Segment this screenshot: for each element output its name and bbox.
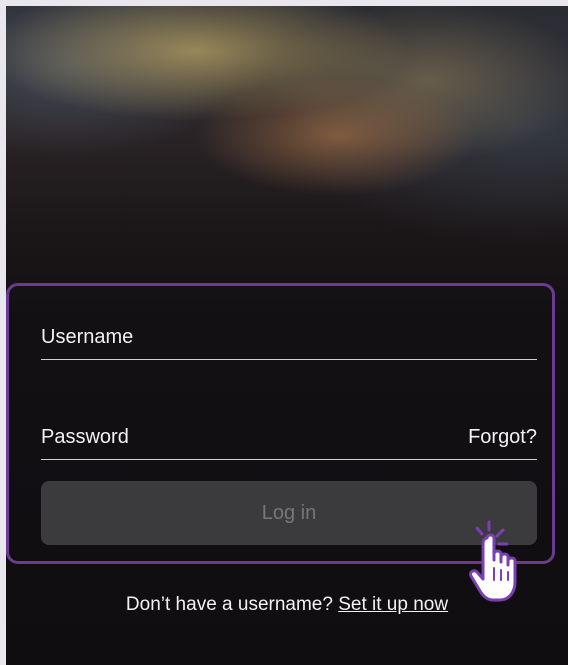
signup-prompt-text: Don’t have a username? [125, 594, 333, 615]
login-screen: Username Password Forgot? Log in Don’t h… [6, 6, 568, 665]
username-field[interactable]: Username [41, 319, 537, 360]
username-label: Username [41, 326, 134, 348]
hand-pointer-click-icon [463, 520, 541, 606]
password-label: Password [41, 426, 129, 448]
setup-username-link[interactable]: Set it up now [338, 594, 448, 615]
password-field[interactable]: Password Forgot? [41, 419, 537, 460]
forgot-password-link[interactable]: Forgot? [468, 426, 537, 449]
